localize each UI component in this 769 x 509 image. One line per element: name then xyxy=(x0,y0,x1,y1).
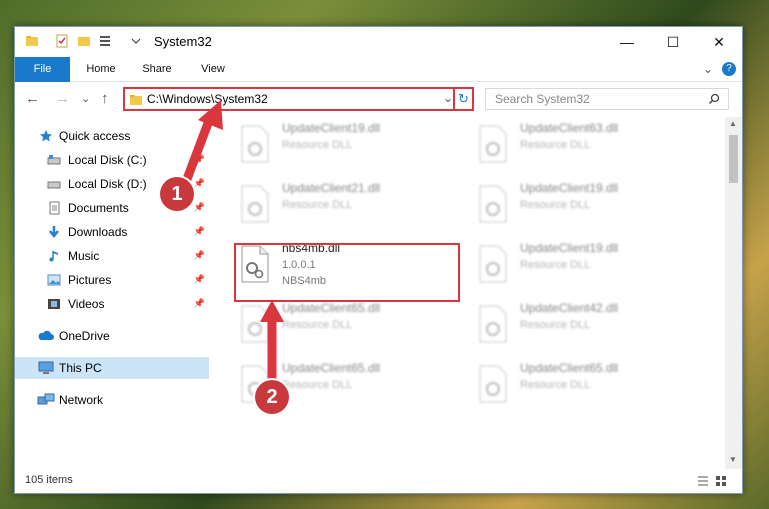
maximize-icon: ☐ xyxy=(666,33,680,50)
step-marker-2: 2 xyxy=(255,380,289,414)
file-item[interactable]: UpdateClient19.dll Resource DLL xyxy=(472,239,702,293)
search-placeholder: Search System32 xyxy=(495,92,590,106)
new-folder-icon[interactable] xyxy=(77,34,91,48)
back-arrow-icon[interactable]: ← xyxy=(25,90,40,107)
drive-icon xyxy=(47,155,61,165)
picture-icon xyxy=(47,274,61,286)
address-bar[interactable]: C:\Windows\System32 ⌄ xyxy=(123,87,474,111)
sidebar-item-music[interactable]: Music 📌 xyxy=(15,245,209,267)
sidebar-item-pictures[interactable]: Pictures 📌 xyxy=(15,269,209,291)
sidebar-item-local-disk-c[interactable]: Local Disk (C:) 📌 xyxy=(15,149,209,171)
window-title: System32 xyxy=(154,34,212,49)
sidebar-item-network[interactable]: Network xyxy=(15,389,209,411)
maximize-button[interactable]: ☐ xyxy=(650,27,696,57)
properties-icon[interactable] xyxy=(55,34,69,48)
refresh-icon: ↻ xyxy=(458,91,469,106)
navigation-pane: Quick access Local Disk (C:) 📌 Local Dis… xyxy=(15,117,209,469)
pin-icon[interactable]: 📌 xyxy=(194,202,205,213)
scrollbar-thumb[interactable] xyxy=(729,135,738,183)
address-dropdown-icon[interactable]: ⌄ xyxy=(443,91,453,105)
tab-view[interactable]: View xyxy=(191,57,235,81)
file-item[interactable]: UpdateClient19.dll Resource DLL xyxy=(472,179,702,233)
address-path: C:\Windows\System32 xyxy=(147,92,268,106)
search-icon[interactable] xyxy=(708,93,720,105)
folder-icon xyxy=(130,95,142,105)
dll-file-icon xyxy=(479,305,507,343)
forward-arrow-icon[interactable]: → xyxy=(55,90,70,107)
download-arrow-icon xyxy=(49,226,59,239)
scroll-down-icon[interactable]: ▼ xyxy=(729,455,737,464)
computer-icon xyxy=(38,361,54,374)
close-button[interactable]: ✕ xyxy=(696,27,742,57)
dll-file-icon xyxy=(479,365,507,403)
pin-icon[interactable]: 📌 xyxy=(194,298,205,309)
pin-icon[interactable]: 📌 xyxy=(194,226,205,237)
scroll-up-icon[interactable]: ▲ xyxy=(729,119,737,128)
file-item[interactable]: UpdateClient63.dll Resource DLL xyxy=(472,119,702,173)
sidebar-item-onedrive[interactable]: OneDrive xyxy=(15,325,209,347)
sidebar-item-this-pc[interactable]: This PC xyxy=(15,357,209,379)
dll-file-icon xyxy=(479,125,507,163)
navigation-bar: ← → ⌄ ↑ C:\Windows\System32 ⌄ ↻ Search S… xyxy=(15,82,742,116)
dll-file-icon xyxy=(241,125,269,163)
ribbon: File Home Share View ⌄ ? xyxy=(15,57,742,111)
file-item[interactable]: UpdateClient42.dll Resource DLL xyxy=(472,299,702,353)
music-note-icon xyxy=(49,251,58,262)
star-icon xyxy=(40,130,52,142)
recent-locations-icon[interactable]: ⌄ xyxy=(81,92,90,105)
title-bar: System32 — ☐ ✕ xyxy=(15,27,742,57)
explorer-window: System32 — ☐ ✕ File Home Share View ⌄ ? … xyxy=(14,26,743,494)
expand-ribbon-icon[interactable]: ⌄ xyxy=(703,62,713,76)
dll-file-icon xyxy=(479,185,507,223)
file-item[interactable]: UpdateClient19.dll Resource DLL xyxy=(234,119,464,173)
close-icon: ✕ xyxy=(713,33,725,50)
file-item[interactable]: UpdateClient65.dll Resource DLL xyxy=(234,299,464,353)
dll-file-icon xyxy=(241,185,269,223)
cloud-icon xyxy=(38,330,54,340)
chevron-down-icon[interactable] xyxy=(129,34,143,48)
drive-icon xyxy=(47,181,61,189)
file-highlight-box xyxy=(234,243,460,302)
pin-icon[interactable]: 📌 xyxy=(194,250,205,261)
refresh-button[interactable]: ↻ xyxy=(453,87,474,111)
pin-icon[interactable]: 📌 xyxy=(194,178,205,189)
vertical-scrollbar[interactable]: ▲ ▼ xyxy=(725,117,742,469)
sidebar-item-videos[interactable]: Videos 📌 xyxy=(15,293,209,315)
pin-icon[interactable]: 📌 xyxy=(194,154,205,165)
status-bar: 105 items xyxy=(15,469,742,493)
tab-home[interactable]: Home xyxy=(79,57,123,81)
video-film-icon xyxy=(48,299,60,309)
step-marker-1: 1 xyxy=(160,177,194,211)
customize-icon[interactable] xyxy=(99,34,113,48)
item-count: 105 items xyxy=(25,474,73,486)
dll-file-icon xyxy=(479,245,507,283)
sidebar-item-quick-access[interactable]: Quick access xyxy=(15,125,209,147)
pin-icon[interactable]: 📌 xyxy=(194,274,205,285)
sidebar-item-downloads[interactable]: Downloads 📌 xyxy=(15,221,209,243)
details-view-icon[interactable] xyxy=(697,475,709,487)
dll-file-icon xyxy=(241,305,269,343)
tab-share[interactable]: Share xyxy=(135,57,179,81)
file-item[interactable]: UpdateClient65.dll Resource DLL xyxy=(472,359,702,413)
search-input[interactable]: Search System32 xyxy=(485,88,729,110)
folder-icon xyxy=(26,36,38,46)
help-icon[interactable]: ? xyxy=(722,62,736,76)
minimize-icon: — xyxy=(620,34,634,50)
minimize-button[interactable]: — xyxy=(604,27,650,57)
network-icon xyxy=(37,393,55,405)
document-icon xyxy=(49,201,60,215)
up-arrow-icon[interactable]: ↑ xyxy=(101,90,109,107)
large-icons-view-icon[interactable] xyxy=(715,475,727,487)
file-item[interactable]: UpdateClient21.dll Resource DLL xyxy=(234,179,464,233)
file-list: UpdateClient19.dll Resource DLL UpdateCl… xyxy=(212,117,724,469)
